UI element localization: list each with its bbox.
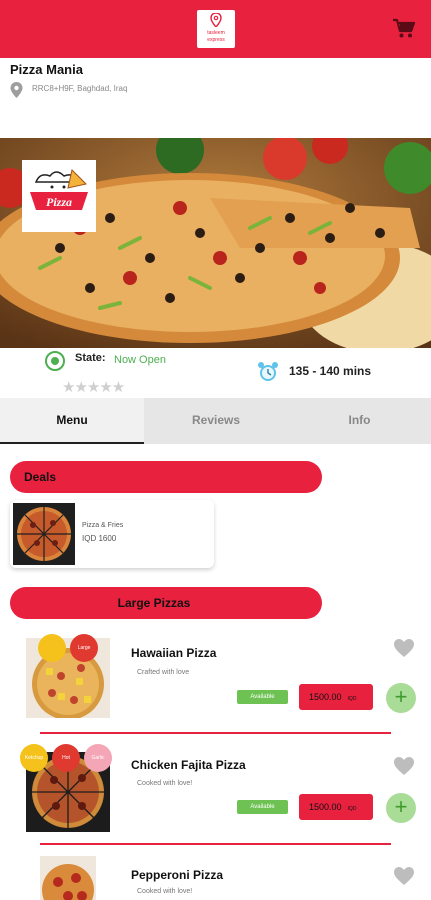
topping-bubble: Hot [52,744,80,772]
tab-reviews[interactable]: Reviews [144,398,288,444]
availability-badge: Available [237,800,288,814]
location-pin-icon [210,13,222,27]
price-tag: 1500.00 IQD [299,794,373,820]
restaurant-brand-logo: Pizza [22,160,96,232]
menu-item-description: Cooked with love! [137,780,193,787]
menu-item-name: Chicken Fajita Pizza [131,758,246,772]
topping-bubble: Ketchup [20,744,48,772]
menu-item-image [40,856,96,900]
price-currency: IQD [347,806,357,812]
restaurant-name: Pizza Mania [10,62,83,77]
heart-icon[interactable] [393,756,415,776]
add-to-cart-button[interactable]: + [386,683,416,713]
heart-icon[interactable] [393,866,415,886]
deal-title: Pizza & Fries [82,522,124,529]
logo-line1: tasleem [207,30,225,36]
menu-item-name: Pepperoni Pizza [131,868,224,882]
map-marker-icon [10,82,23,98]
cart-icon[interactable] [392,18,416,40]
heart-icon[interactable] [393,638,415,658]
menu-item-name: Hawaiian Pizza [131,646,217,660]
menu-item[interactable]: Ketchup Hot Garlic Chicken Fajita Pizza … [0,738,431,848]
menu-item-description: Cooked with love! [137,888,193,895]
topping-bubble: Garlic [84,744,112,772]
deal-price: IQD 1600 [82,534,117,543]
state-value: Now Open [114,354,166,366]
price-tag: 1500.00 IQD [299,684,373,710]
deal-image [13,503,75,565]
add-to-cart-button[interactable]: + [386,793,416,823]
delivery-time: 135 - 140 mins [289,364,372,378]
section-header-large-pizzas: Large Pizzas [10,587,322,619]
menu-item[interactable]: Large Hawaiian Pizza Crafted with love A… [0,628,431,738]
rating-stars: ★★★★★ [62,379,125,396]
logo-line2: express [207,37,225,43]
menu-item-description: Crafted with love [137,669,190,676]
topping-bubble [38,634,66,662]
price-currency: IQD [347,696,357,702]
item-divider [40,732,391,734]
menu-item[interactable]: Pepperoni Pizza Cooked with love! [0,850,431,900]
brand-logo-text: Pizza [46,195,72,209]
section-header-deals: Deals [10,461,322,493]
price-value: 1500.00 [309,692,342,702]
deal-card[interactable]: Pizza & Fries IQD 1600 [10,500,214,568]
tab-bar: Menu Reviews Info [0,398,431,444]
app-logo[interactable]: tasleem express [197,10,235,48]
availability-badge: Available [237,690,288,704]
tab-menu[interactable]: Menu [0,398,144,444]
alarm-clock-icon [258,362,278,381]
restaurant-location: RRC8+H9F, Baghdad, Iraq [32,84,128,93]
item-divider [40,843,391,845]
app-header: tasleem express [0,0,431,58]
tab-info[interactable]: Info [288,398,431,444]
price-value: 1500.00 [309,802,342,812]
open-status-icon [45,351,65,371]
topping-bubble: Large [70,634,98,662]
state-label: State: [75,352,106,364]
